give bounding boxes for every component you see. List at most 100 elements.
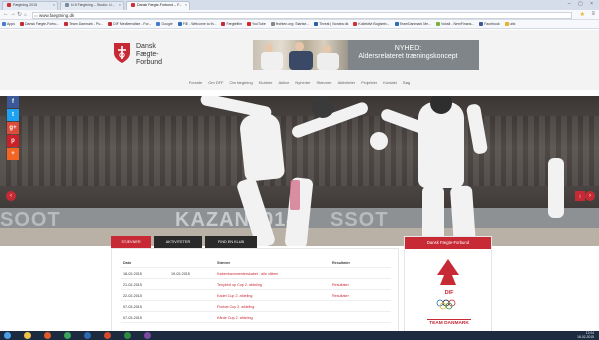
event-link[interactable]: Kadet Cup 2. afdeling [217, 294, 252, 298]
site-logo-text[interactable]: Dansk Fægte- Forbund [136, 43, 162, 67]
menu-icon[interactable]: ≡ [591, 11, 595, 17]
powerpoint-icon[interactable] [104, 332, 111, 339]
social-share-bar: f t g+ p + [7, 96, 19, 161]
bookmark-item[interactable]: Voksit - NemFinans... [436, 22, 474, 26]
close-tab-icon[interactable]: × [185, 3, 187, 7]
bookmark-item[interactable]: Threat | Nordea dk [314, 22, 348, 26]
browser-tab[interactable]: kl 8 Fægtning – Studio: U... × [60, 1, 124, 10]
bookmark-item[interactable]: Google [156, 22, 173, 26]
nav-item[interactable]: Forside [189, 80, 202, 85]
bookmark-item[interactable]: Kollektivt Bogførin... [353, 22, 390, 26]
table-row: 07-03-2015 Florbat Cup 2. afdeling [121, 302, 391, 312]
bookmark-star-icon[interactable]: ★ [580, 11, 585, 18]
home-icon[interactable]: ⌂ [24, 12, 27, 18]
bookmarks-bar: Apps Dansk Fægte-Forbu... Team Danmark - P… [0, 20, 599, 29]
bookmark-favicon-icon [19, 22, 24, 26]
chrome-icon[interactable] [64, 332, 71, 339]
table-row: 07-03-2015 Kårde Cup 2. afdeling [121, 313, 391, 323]
reload-icon[interactable]: ↻ [17, 11, 22, 18]
bookmark-favicon-icon [353, 22, 358, 26]
page-icon: ▭ [34, 12, 38, 18]
bookmark-item[interactable]: Fægtefilm [221, 22, 242, 26]
nav-item[interactable]: Om fægtning [230, 80, 253, 85]
forward-icon[interactable]: → [10, 11, 16, 17]
banner-title: NYHED: Aldersrelateret træningskoncept [358, 45, 458, 60]
tab-aktiviteter[interactable]: AKTIVITETER [154, 236, 202, 248]
address-bar-row: ← → ↻ ⌂ ▭ www.faegtning.dk ★ ≡ [0, 10, 599, 20]
event-link[interactable]: Tenybird op Cup 2. afdeling [217, 283, 262, 287]
slider-indicator[interactable]: | [575, 191, 585, 201]
dff-shield-logo-icon[interactable] [112, 41, 132, 65]
bookmark-favicon-icon [479, 22, 484, 26]
bookmark-favicon-icon [156, 22, 161, 26]
dff-sidebar-panel: Dansk Fægte-Forbund DIF TEAM DANMARK [404, 236, 492, 332]
bookmark-item[interactable]: fechten.org: Startse... [270, 22, 309, 26]
app-icon[interactable] [144, 332, 151, 339]
bookmark-item[interactable]: YouTube [247, 22, 266, 26]
nav-item[interactable]: Kontakt [383, 80, 397, 85]
table-row: 18-02-2015 19-02-2015 Københavnmesterska… [121, 269, 391, 279]
close-tab-icon[interactable]: × [53, 3, 55, 7]
twitter-icon[interactable]: t [7, 109, 19, 121]
nav-item[interactable]: Aktiviteter [338, 80, 356, 85]
bookmark-item[interactable]: TeamDanmark Me... [394, 22, 431, 26]
bookmark-item[interactable]: Dansk Fægte-Forbu... [19, 22, 59, 26]
bookmark-item[interactable]: Team Danmark - Pu... [64, 22, 103, 26]
main-navigation: Forside Om DFF Om fægtning Klubber Aktive Nyh… [0, 80, 599, 90]
word-icon[interactable] [84, 332, 91, 339]
team-danmark-label[interactable]: TEAM DANMARK [405, 321, 493, 326]
nav-item[interactable]: Stævner [317, 80, 332, 85]
bookmark-favicon-icon [247, 22, 252, 26]
tab-favicon-icon [65, 3, 69, 7]
url-input[interactable]: ▭ www.faegtning.dk [32, 11, 572, 19]
table-row: 21-02-2015 Tenybird op Cup 2. afdeling R… [121, 280, 391, 290]
start-button-icon[interactable] [4, 332, 11, 339]
bookmark-item[interactable]: FIE - Welcome to th... [177, 22, 216, 26]
bookmark-item[interactable]: Facebook [479, 22, 500, 26]
dif-label: DIF [444, 290, 454, 296]
tab-staevner[interactable]: STÆVNER [111, 236, 151, 248]
more-share-icon[interactable]: + [7, 148, 19, 160]
bookmark-favicon-icon [504, 22, 509, 26]
os-taskbar: 12:04 16-02-2015 [0, 331, 599, 340]
bookmark-item[interactable]: Apps [2, 22, 15, 26]
slider-next-arrow[interactable]: › [585, 191, 595, 201]
results-link[interactable]: Resultater [332, 294, 349, 298]
facebook-icon[interactable]: f [7, 96, 19, 108]
bookmark-favicon-icon [394, 22, 399, 26]
news-banner[interactable]: NYHED: Aldersrelateret træningskoncept [253, 40, 479, 70]
results-link[interactable]: Resultater [332, 283, 349, 287]
bookmark-favicon-icon [314, 22, 319, 26]
nav-item[interactable]: Om DFF [208, 80, 223, 85]
bookmark-favicon-icon [2, 22, 6, 26]
nav-item[interactable]: Klubber [259, 80, 273, 85]
nav-item[interactable]: Nyheder [295, 80, 310, 85]
nav-item[interactable]: Projekter [361, 80, 377, 85]
event-link[interactable]: Florbat Cup 2. afdeling [217, 305, 254, 309]
google-plus-icon[interactable]: g+ [7, 122, 19, 134]
system-tray-clock[interactable]: 12:04 16-02-2015 [577, 331, 594, 339]
bookmark-item[interactable]: ubk [504, 22, 515, 26]
hero-background-fencer [548, 158, 564, 218]
close-tab-icon[interactable]: × [119, 3, 121, 7]
nav-item[interactable]: Aktive [278, 80, 289, 85]
divider [427, 319, 471, 320]
dif-logo-icon[interactable] [433, 255, 463, 315]
event-link[interactable]: Kårde Cup 2. afdeling [217, 316, 253, 320]
bookmark-item[interactable]: DIF Medlemsliste - For... [108, 22, 151, 26]
media-icon[interactable] [44, 332, 51, 339]
tab-find-en-klub[interactable]: FIND EN KLUB [205, 236, 257, 248]
excel-icon[interactable] [124, 332, 131, 339]
browser-tab-active[interactable]: Dansk Fægte-Forbund – F... × [126, 1, 190, 10]
explorer-icon[interactable] [24, 332, 31, 339]
pinterest-icon[interactable]: p [7, 135, 19, 147]
browser-tab[interactable]: Fægtning 2015 × [2, 1, 58, 10]
event-link[interactable]: Københavnmesterskabet - alle våben [217, 272, 278, 276]
nav-item[interactable]: Søg [403, 80, 410, 85]
table-row: 22-02-2015 Kadet Cup 2. afdeling Resulta… [121, 291, 391, 301]
window-controls[interactable]: – ▢ × [568, 1, 596, 7]
browser-tab-bar: Fægtning 2015 × kl 8 Fægtning – Studio: U… [0, 0, 599, 10]
bookmark-favicon-icon [221, 22, 226, 26]
slider-prev-arrow[interactable]: ‹ [6, 191, 16, 201]
back-icon[interactable]: ← [3, 11, 9, 17]
